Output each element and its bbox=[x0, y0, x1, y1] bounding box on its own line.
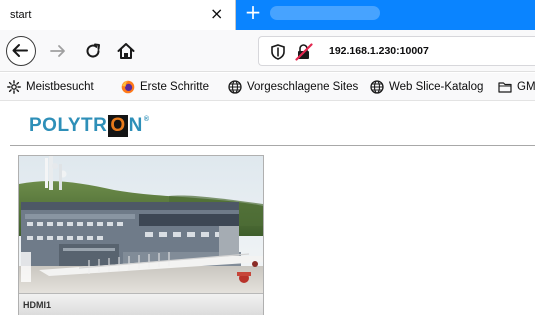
forward-arrow-icon bbox=[50, 45, 65, 57]
bookmark-vorgeschlagene-sites[interactable]: Vorgeschlagene Sites bbox=[228, 79, 358, 95]
polytron-logo: POLYTR O N ® bbox=[29, 115, 150, 137]
gear-icon bbox=[7, 80, 21, 94]
tab-start[interactable]: start × bbox=[0, 0, 236, 30]
bookmark-label: Meistbesucht bbox=[26, 81, 94, 93]
logo-text-boxed: O bbox=[108, 115, 128, 137]
tab-title: start bbox=[10, 9, 32, 21]
background-tab[interactable] bbox=[270, 6, 380, 20]
close-icon[interactable]: × bbox=[210, 5, 223, 23]
bookmarks-toolbar: Meistbesucht Erste Schritte Vorgeschlage… bbox=[0, 73, 535, 101]
camera-caption-bar: HDMI1 bbox=[19, 293, 263, 315]
tab-bar: start × + bbox=[0, 0, 535, 30]
home-icon bbox=[117, 43, 135, 59]
bookmark-label: GM bbox=[517, 81, 535, 93]
bookmark-label: Vorgeschlagene Sites bbox=[247, 81, 359, 93]
back-button[interactable] bbox=[6, 36, 36, 66]
folder-icon bbox=[498, 82, 512, 93]
factory-building-image bbox=[19, 156, 263, 293]
bookmark-erste-schritte[interactable]: Erste Schritte bbox=[121, 79, 209, 95]
bookmark-label: Erste Schritte bbox=[140, 81, 210, 93]
logo-text-start: POLYTR bbox=[29, 115, 108, 136]
home-button[interactable] bbox=[115, 40, 137, 62]
bookmark-web-slice-katalog[interactable]: Web Slice-Katalog bbox=[370, 79, 483, 95]
logo-text-end: N bbox=[128, 115, 143, 136]
url-bar[interactable]: 192.168.1.230:10007 bbox=[258, 36, 535, 66]
new-tab-button[interactable]: + bbox=[242, 2, 264, 24]
registered-mark: ® bbox=[143, 116, 150, 123]
bookmark-meistbesucht[interactable]: Meistbesucht bbox=[7, 79, 94, 95]
camera-image[interactable] bbox=[19, 156, 263, 293]
navigation-toolbar: 192.168.1.230:10007 bbox=[0, 30, 535, 72]
reload-icon bbox=[86, 43, 100, 58]
firefox-icon bbox=[121, 80, 135, 94]
shield-icon[interactable] bbox=[271, 44, 285, 60]
reload-button[interactable] bbox=[82, 40, 104, 62]
camera-card[interactable]: HDMI1 bbox=[18, 155, 264, 315]
header-divider bbox=[10, 145, 535, 146]
back-arrow-icon bbox=[12, 44, 28, 57]
globe-icon bbox=[228, 80, 242, 94]
insecure-lock-icon[interactable] bbox=[295, 43, 313, 61]
url-text[interactable]: 192.168.1.230:10007 bbox=[329, 45, 429, 57]
forward-button[interactable] bbox=[47, 40, 69, 62]
camera-caption: HDMI1 bbox=[23, 300, 52, 310]
bookmark-label: Web Slice-Katalog bbox=[389, 81, 484, 93]
bookmark-folder-gm[interactable]: GM bbox=[498, 79, 535, 95]
globe-icon bbox=[370, 80, 384, 94]
page-content: POLYTR O N ® HDMI1 bbox=[0, 101, 535, 315]
